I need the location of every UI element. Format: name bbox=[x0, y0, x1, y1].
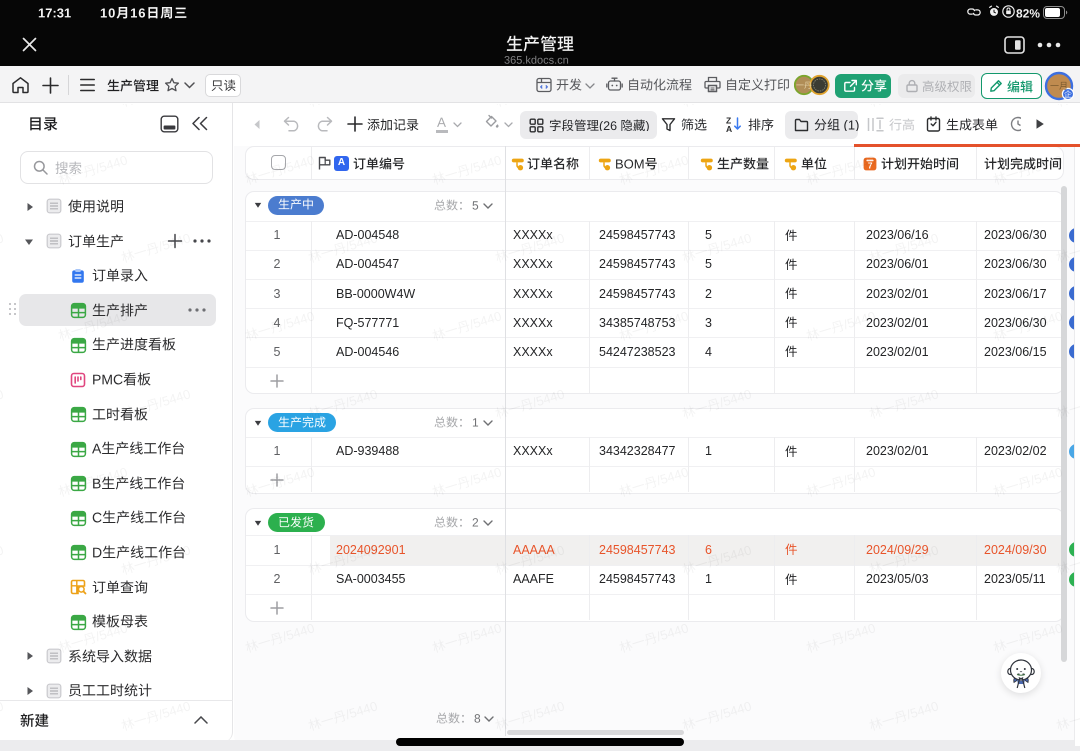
svg-text:7: 7 bbox=[868, 162, 873, 171]
svg-text:A: A bbox=[726, 124, 732, 132]
